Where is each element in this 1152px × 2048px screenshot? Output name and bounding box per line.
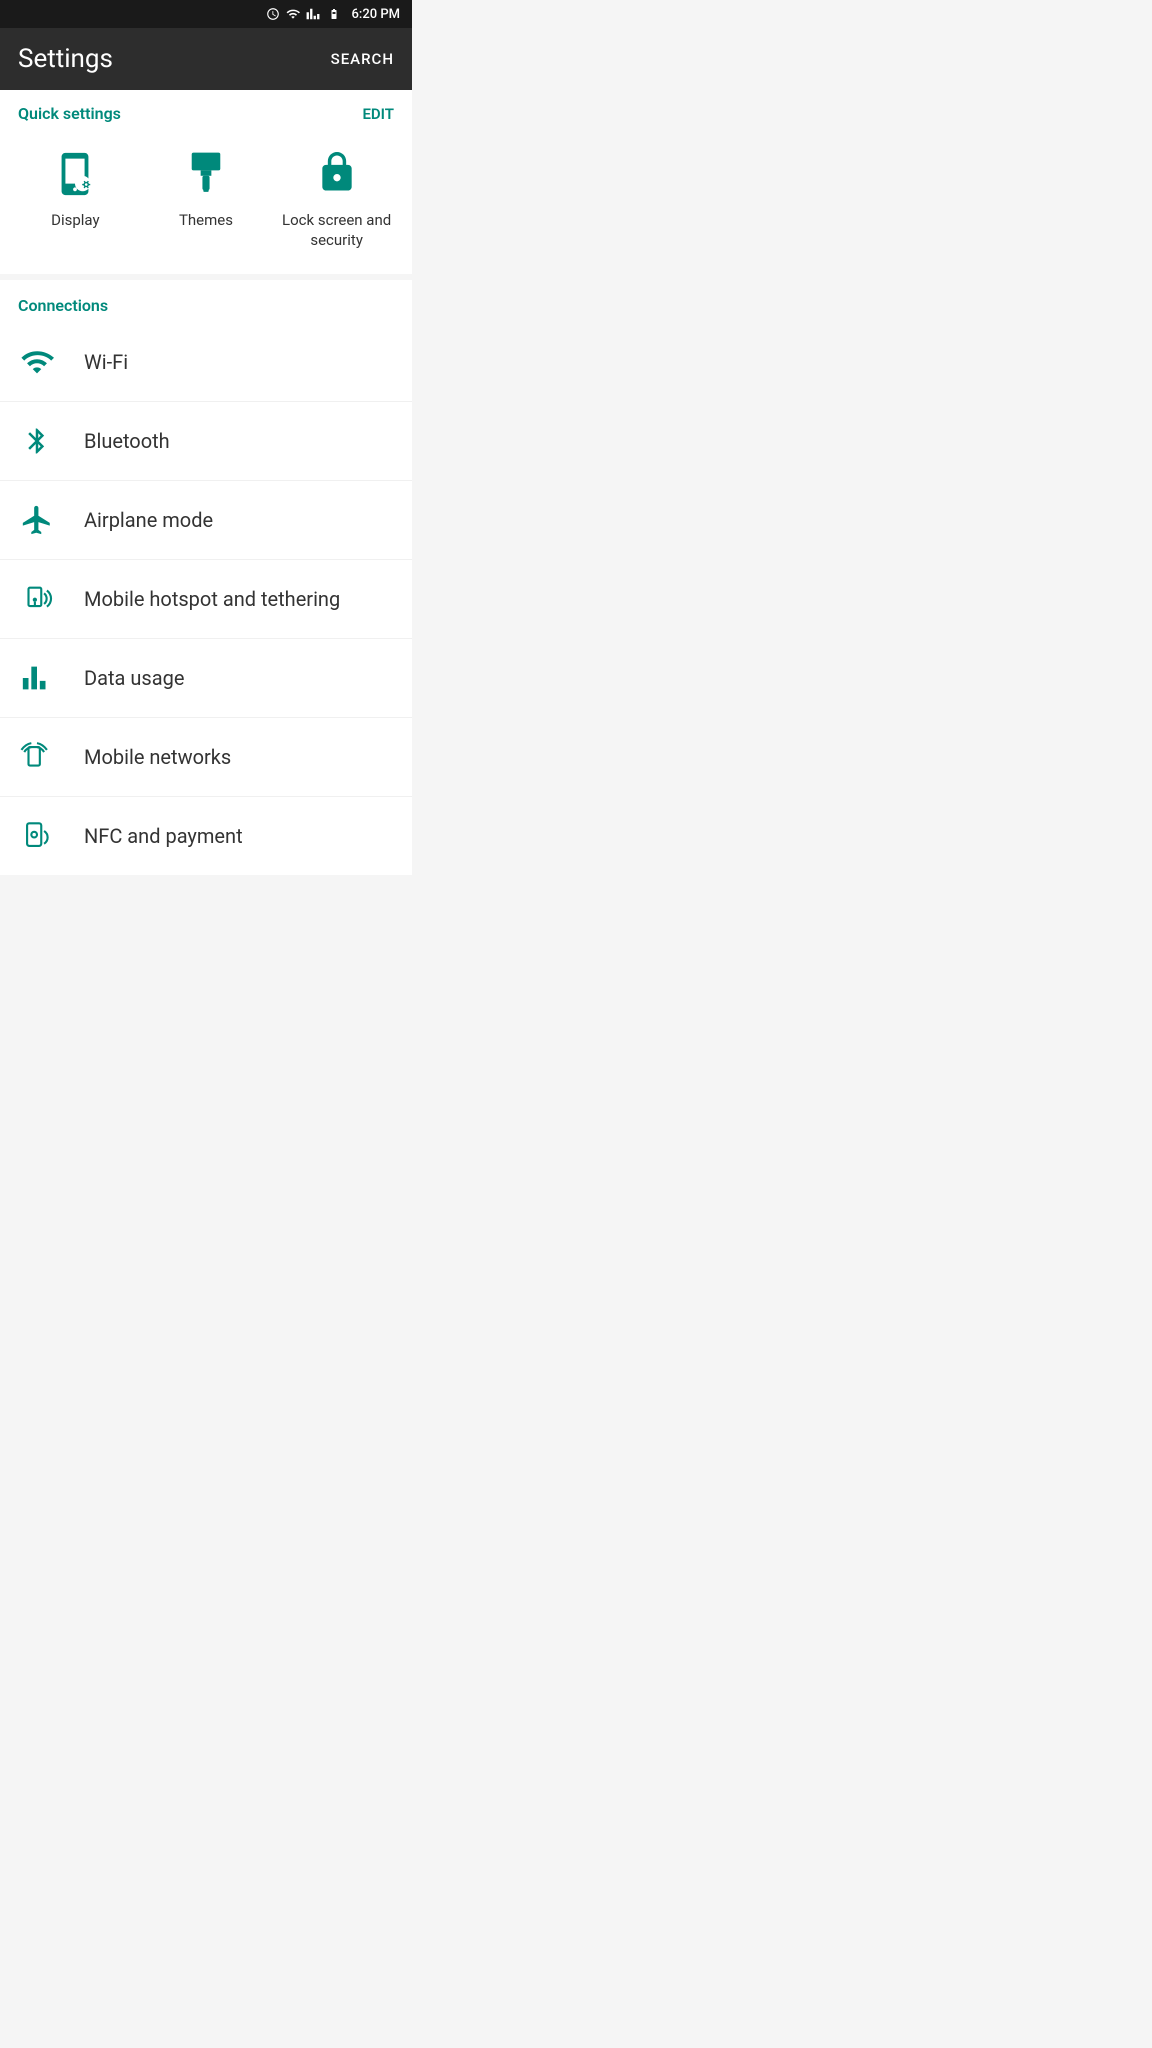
- edit-button[interactable]: EDIT: [362, 105, 394, 123]
- display-icon: [52, 149, 98, 199]
- lock-icon: [315, 149, 359, 199]
- signal-icon: [306, 7, 320, 21]
- quick-setting-themes[interactable]: Themes: [146, 149, 266, 250]
- wifi-icon: [18, 345, 56, 379]
- connections-label: Connections: [18, 296, 108, 315]
- settings-item-hotspot[interactable]: Mobile hotspot and tethering: [0, 560, 412, 639]
- display-label: Display: [51, 211, 99, 231]
- quick-setting-lockscreen[interactable]: Lock screen and security: [277, 149, 397, 250]
- networks-label: Mobile networks: [84, 745, 231, 769]
- data-label: Data usage: [84, 666, 184, 690]
- settings-item-data[interactable]: Data usage: [0, 639, 412, 718]
- status-bar: 6:20 PM: [0, 0, 412, 28]
- nfc-label: NFC and payment: [84, 824, 243, 848]
- status-icons: 6:20 PM: [266, 7, 401, 22]
- bluetooth-icon: [18, 424, 56, 458]
- data-usage-icon: [18, 661, 56, 695]
- airplane-label: Airplane mode: [84, 508, 213, 532]
- quick-setting-display[interactable]: Display: [15, 149, 135, 250]
- wifi-label: Wi-Fi: [84, 350, 128, 374]
- themes-label: Themes: [179, 211, 233, 231]
- lockscreen-label: Lock screen and security: [277, 211, 397, 250]
- page-title: Settings: [18, 44, 113, 74]
- settings-item-nfc[interactable]: NFC and payment: [0, 797, 412, 875]
- settings-item-wifi[interactable]: Wi-Fi: [0, 323, 412, 402]
- settings-item-networks[interactable]: Mobile networks: [0, 718, 412, 797]
- settings-item-bluetooth[interactable]: Bluetooth: [0, 402, 412, 481]
- quick-settings-header: Quick settings EDIT: [0, 90, 412, 129]
- bluetooth-label: Bluetooth: [84, 429, 170, 453]
- wifi-status-icon: [285, 7, 301, 21]
- app-header: Settings SEARCH: [0, 28, 412, 90]
- settings-item-airplane[interactable]: Airplane mode: [0, 481, 412, 560]
- search-button[interactable]: SEARCH: [331, 50, 394, 68]
- hotspot-icon: [18, 582, 56, 616]
- quick-settings-label: Quick settings: [18, 104, 121, 123]
- mobile-networks-icon: [18, 740, 56, 774]
- status-time: 6:20 PM: [352, 7, 401, 22]
- airplane-icon: [18, 503, 56, 537]
- battery-icon: [325, 8, 343, 20]
- alarm-icon: [266, 7, 280, 21]
- connections-section-header: Connections: [0, 280, 412, 323]
- hotspot-label: Mobile hotspot and tethering: [84, 587, 340, 611]
- themes-icon: [184, 149, 228, 199]
- connections-list: Wi-Fi Bluetooth Airplane mode: [0, 323, 412, 875]
- quick-settings-grid: Display Themes Lock screen and security: [0, 129, 412, 274]
- nfc-icon: [18, 819, 56, 853]
